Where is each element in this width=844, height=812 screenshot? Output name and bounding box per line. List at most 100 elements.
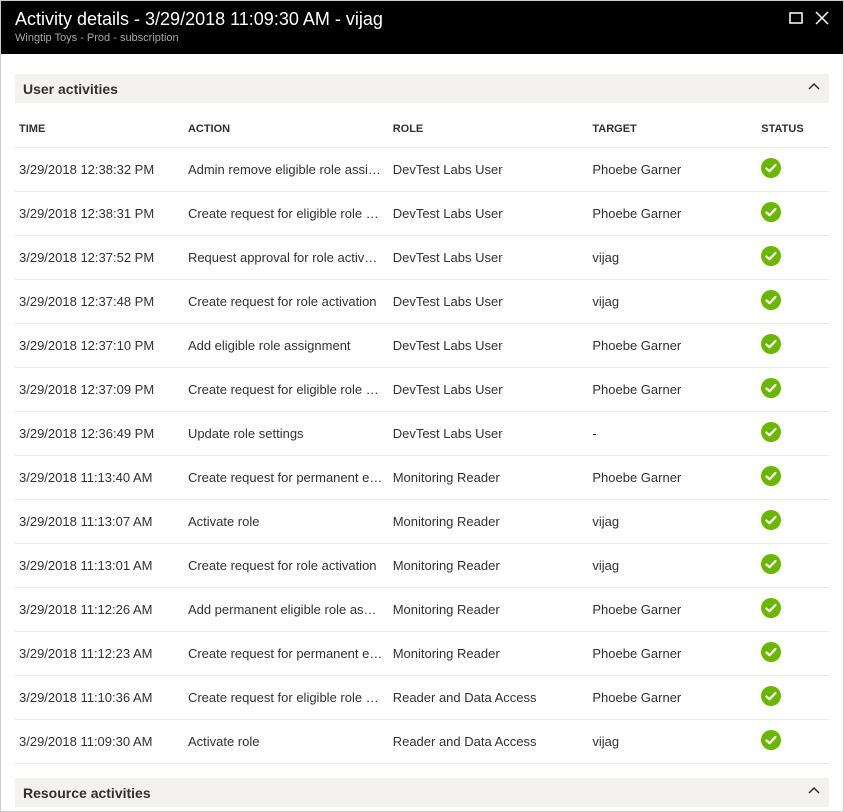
cell-status [757, 456, 829, 500]
cell-time: 3/29/2018 12:37:52 PM [15, 236, 184, 280]
cell-action: Create request for role activation [184, 544, 389, 588]
cell-target: Phoebe Garner [588, 192, 757, 236]
col-status[interactable]: STATUS [757, 111, 829, 148]
cell-time: 3/29/2018 11:10:36 AM [15, 676, 184, 720]
blade-title: Activity details - 3/29/2018 11:09:30 AM… [15, 9, 383, 30]
blade-subtitle: Wingtip Toys - Prod - subscription [15, 32, 383, 44]
table-row[interactable]: 3/29/2018 12:37:09 PMCreate request for … [15, 368, 829, 412]
col-time[interactable]: TIME [15, 111, 184, 148]
cell-action: Create request for role activation [184, 280, 389, 324]
table-row[interactable]: 3/29/2018 11:13:07 AMActivate roleMonito… [15, 500, 829, 544]
cell-role: DevTest Labs User [389, 412, 589, 456]
cell-time: 3/29/2018 11:09:30 AM [15, 720, 184, 764]
cell-role: Monitoring Reader [389, 544, 589, 588]
cell-role: DevTest Labs User [389, 280, 589, 324]
cell-role: DevTest Labs User [389, 192, 589, 236]
table-row[interactable]: 3/29/2018 11:09:30 AMActivate roleReader… [15, 720, 829, 764]
cell-status [757, 720, 829, 764]
resource-activities-header[interactable]: Resource activities [15, 778, 829, 807]
cell-target: Phoebe Garner [588, 148, 757, 192]
cell-action: Update role settings [184, 412, 389, 456]
cell-action: Add eligible role assignment [184, 324, 389, 368]
col-role[interactable]: ROLE [389, 111, 589, 148]
cell-status [757, 236, 829, 280]
cell-time: 3/29/2018 11:12:23 AM [15, 632, 184, 676]
table-row[interactable]: 3/29/2018 11:12:26 AMAdd permanent eligi… [15, 588, 829, 632]
cell-time: 3/29/2018 11:13:01 AM [15, 544, 184, 588]
cell-role: Monitoring Reader [389, 500, 589, 544]
success-icon [761, 158, 781, 178]
cell-target: vijag [588, 500, 757, 544]
cell-target: Phoebe Garner [588, 676, 757, 720]
blade-content: User activities TIME ACTION ROLE TARGET … [1, 54, 843, 812]
cell-time: 3/29/2018 12:37:09 PM [15, 368, 184, 412]
success-icon [761, 290, 781, 310]
table-row[interactable]: 3/29/2018 11:13:40 AMCreate request for … [15, 456, 829, 500]
cell-action: Create request for permanent eligible ro… [184, 632, 389, 676]
chevron-up-icon[interactable] [807, 80, 821, 97]
cell-action: Create request for eligible role assignm… [184, 368, 389, 412]
table-row[interactable]: 3/29/2018 12:38:31 PMCreate request for … [15, 192, 829, 236]
cell-action: Add permanent eligible role assignment [184, 588, 389, 632]
cell-time: 3/29/2018 11:12:26 AM [15, 588, 184, 632]
cell-status [757, 324, 829, 368]
blade-header: Activity details - 3/29/2018 11:09:30 AM… [1, 1, 843, 54]
cell-target: Phoebe Garner [588, 632, 757, 676]
cell-status [757, 588, 829, 632]
cell-action: Activate role [184, 500, 389, 544]
cell-action: Activate role [184, 720, 389, 764]
cell-role: Monitoring Reader [389, 632, 589, 676]
cell-action: Admin remove eligible role assignment [184, 148, 389, 192]
table-row[interactable]: 3/29/2018 12:36:49 PMUpdate role setting… [15, 412, 829, 456]
close-icon[interactable] [815, 11, 829, 28]
success-icon [761, 554, 781, 574]
cell-role: DevTest Labs User [389, 368, 589, 412]
cell-status [757, 412, 829, 456]
cell-time: 3/29/2018 12:36:49 PM [15, 412, 184, 456]
table-row[interactable]: 3/29/2018 12:38:32 PMAdmin remove eligib… [15, 148, 829, 192]
cell-action: Create request for eligible role removal [184, 676, 389, 720]
cell-status [757, 280, 829, 324]
cell-target: Phoebe Garner [588, 368, 757, 412]
cell-role: DevTest Labs User [389, 148, 589, 192]
success-icon [761, 686, 781, 706]
cell-target: vijag [588, 236, 757, 280]
success-icon [761, 642, 781, 662]
success-icon [761, 598, 781, 618]
table-row[interactable]: 3/29/2018 11:10:36 AMCreate request for … [15, 676, 829, 720]
cell-target: Phoebe Garner [588, 588, 757, 632]
cell-target: Phoebe Garner [588, 324, 757, 368]
col-target[interactable]: TARGET [588, 111, 757, 148]
cell-time: 3/29/2018 11:13:40 AM [15, 456, 184, 500]
success-icon [761, 202, 781, 222]
chevron-up-icon[interactable] [807, 784, 821, 801]
cell-role: Monitoring Reader [389, 588, 589, 632]
user-activities-header[interactable]: User activities [15, 74, 829, 103]
table-header-row: TIME ACTION ROLE TARGET STATUS [15, 111, 829, 148]
cell-status [757, 192, 829, 236]
user-activities-table: TIME ACTION ROLE TARGET STATUS 3/29/2018… [15, 111, 829, 764]
cell-role: Monitoring Reader [389, 456, 589, 500]
user-activities-title: User activities [23, 81, 118, 97]
cell-time: 3/29/2018 12:38:32 PM [15, 148, 184, 192]
col-action[interactable]: ACTION [184, 111, 389, 148]
table-row[interactable]: 3/29/2018 11:13:01 AMCreate request for … [15, 544, 829, 588]
cell-status [757, 148, 829, 192]
table-row[interactable]: 3/29/2018 12:37:52 PMRequest approval fo… [15, 236, 829, 280]
cell-status [757, 676, 829, 720]
table-row[interactable]: 3/29/2018 12:37:10 PMAdd eligible role a… [15, 324, 829, 368]
cell-action: Create request for permanent eligible ro… [184, 456, 389, 500]
cell-status [757, 368, 829, 412]
cell-target: - [588, 412, 757, 456]
cell-target: vijag [588, 720, 757, 764]
resource-activities-title: Resource activities [23, 785, 151, 801]
cell-target: Phoebe Garner [588, 456, 757, 500]
cell-role: DevTest Labs User [389, 324, 589, 368]
maximize-icon[interactable] [789, 11, 803, 28]
success-icon [761, 510, 781, 530]
success-icon [761, 422, 781, 442]
cell-role: Reader and Data Access [389, 720, 589, 764]
table-row[interactable]: 3/29/2018 11:12:23 AMCreate request for … [15, 632, 829, 676]
success-icon [761, 246, 781, 266]
table-row[interactable]: 3/29/2018 12:37:48 PMCreate request for … [15, 280, 829, 324]
